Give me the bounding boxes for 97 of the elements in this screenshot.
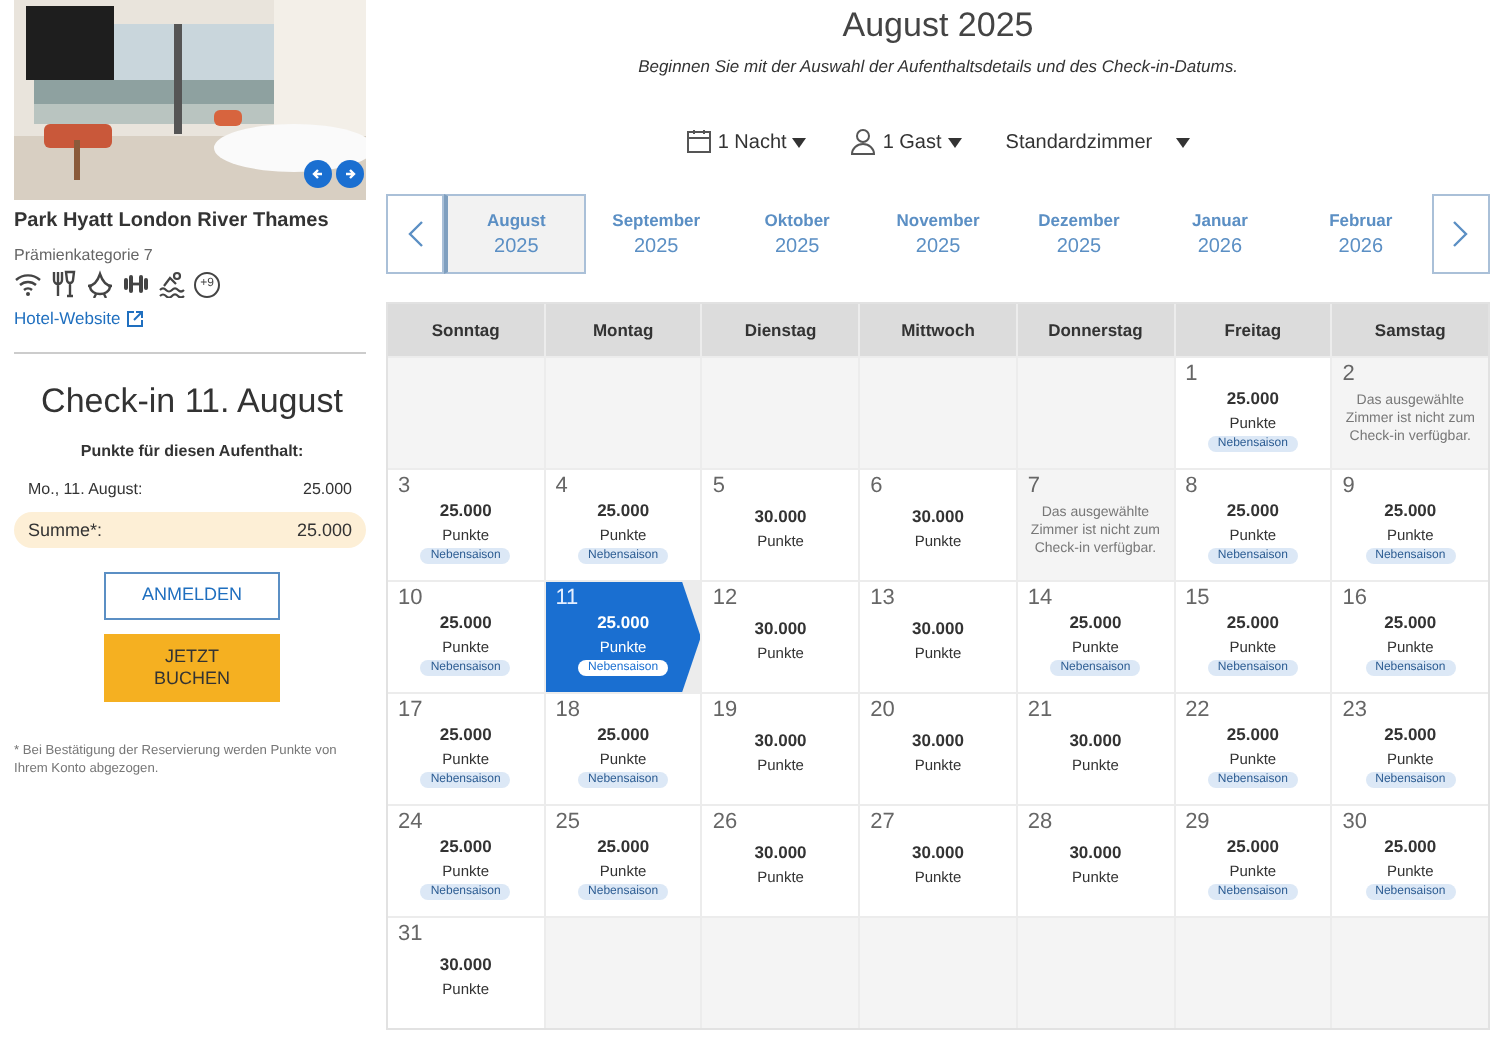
weekday-header: Sonntag — [388, 304, 544, 356]
day-number: 12 — [712, 586, 738, 610]
day-number: 10 — [398, 586, 423, 610]
points-value: 30.000 — [911, 617, 964, 637]
day-number: 4 — [555, 474, 568, 498]
book-now-button[interactable]: JETZT BUCHEN — [104, 634, 280, 702]
weekday-header: Donnerstag — [1017, 304, 1174, 356]
points-value: 25.000 — [439, 835, 492, 855]
day-number: 20 — [870, 698, 895, 722]
hotel-website-link[interactable]: Hotel-Website — [14, 308, 145, 328]
day-number: 17 — [398, 698, 423, 722]
hotel-name: Park Hyatt London River Thames — [14, 210, 331, 232]
points-value: 25.000 — [439, 723, 492, 743]
caret-icon — [1176, 137, 1191, 147]
day-number: 1 — [1185, 362, 1198, 386]
points-value: 25.000 — [1384, 835, 1437, 855]
wifi-icon — [14, 270, 42, 298]
day-number: 13 — [870, 586, 895, 610]
external-link-icon — [126, 309, 145, 327]
day-number: 29 — [1185, 810, 1210, 834]
points-heading: Punkte für diesen Aufenthalt: — [78, 442, 306, 460]
points-value: 25.000 — [1226, 611, 1279, 631]
day-number: 25 — [555, 810, 580, 834]
points-value: 30.000 — [911, 841, 964, 861]
category-label: Prämienkategorie 7 — [14, 246, 155, 264]
points-value: 30.000 — [1069, 841, 1122, 861]
weekday-header: Montag — [545, 304, 701, 356]
instructions-text: Beginnen Sie mit der Auswahl der Aufenthaltsdetails und des Check-in-Datums. — [636, 56, 1240, 76]
points-value: 25.000 — [1384, 611, 1437, 631]
points-value: 25.000 — [1226, 387, 1279, 407]
chevron-left-icon — [407, 220, 424, 248]
day-number: 2 — [1342, 362, 1355, 386]
day-number: 5 — [712, 474, 726, 498]
previous-month-button[interactable] — [386, 194, 445, 274]
weekday-header: Samstag — [1332, 304, 1488, 356]
day-number: 14 — [1027, 586, 1053, 610]
points-value: 30.000 — [754, 617, 807, 637]
sign-in-button[interactable]: ANMELDEN — [104, 572, 280, 620]
points-value: 25.000 — [597, 723, 650, 743]
fork-glass-icon — [50, 270, 78, 298]
points-value: 25.000 — [1384, 499, 1437, 519]
caret-icon — [947, 137, 962, 147]
points-value: 30.000 — [754, 505, 807, 525]
day-number: 30 — [1342, 810, 1368, 834]
day-number: 6 — [870, 474, 883, 498]
day-number: 31 — [398, 922, 423, 946]
points-value: 25.000 — [597, 499, 650, 519]
points-value: 30.000 — [439, 953, 492, 973]
points-value: 25.000 — [597, 835, 650, 855]
points-value: 25.000 — [1384, 723, 1437, 743]
day-number: 3 — [398, 474, 411, 498]
month-title: August 2025 — [840, 6, 1036, 46]
points-value: 30.000 — [1069, 729, 1122, 749]
day-number: 11 — [555, 586, 579, 610]
day-number: 7 — [1027, 474, 1040, 498]
checkin-title: Check-in 11. August — [39, 382, 345, 422]
day-number: 19 — [712, 698, 738, 722]
guests-dropdown[interactable]: 1 Gast — [850, 128, 962, 156]
day-number: 15 — [1185, 586, 1210, 610]
dumbbell-icon — [122, 270, 150, 298]
points-value: 25.000 — [1226, 835, 1279, 855]
day-number: 27 — [870, 810, 895, 834]
total-value: 25.000 — [296, 520, 352, 540]
day-number: 26 — [712, 810, 738, 834]
night-value: 25.000 — [303, 480, 352, 498]
day-number: 28 — [1027, 810, 1053, 834]
points-value: 30.000 — [911, 729, 964, 749]
day-number: 18 — [555, 698, 580, 722]
day-number: 24 — [398, 810, 423, 834]
points-value: 30.000 — [754, 729, 807, 749]
points-value: 25.000 — [1069, 611, 1122, 631]
chevron-right-icon — [1452, 220, 1469, 248]
total-label: Summe*: — [28, 520, 103, 540]
lotus-icon — [86, 270, 114, 298]
points-value: 30.000 — [911, 505, 964, 525]
points-value: 25.000 — [1226, 723, 1279, 743]
calendar-icon — [685, 128, 712, 156]
weekday-header: Freitag — [1175, 304, 1331, 356]
points-value: 25.000 — [597, 611, 650, 631]
day-number: 22 — [1185, 698, 1210, 722]
points-value: 25.000 — [439, 611, 492, 631]
day-number: 16 — [1342, 586, 1368, 610]
day-number: 9 — [1342, 474, 1355, 498]
night-label: Mo., 11. August: — [28, 480, 143, 498]
nights-dropdown[interactable]: 1 Nacht — [685, 128, 807, 156]
points-value: 25.000 — [439, 499, 492, 519]
points-value: 25.000 — [1226, 499, 1279, 519]
day-number: 23 — [1342, 698, 1368, 722]
caret-icon — [792, 137, 807, 147]
day-number: 8 — [1185, 474, 1198, 498]
day-number: 21 — [1027, 698, 1053, 722]
swimmer-icon — [158, 270, 186, 298]
weekday-header: Mittwoch — [860, 304, 1016, 356]
weekday-header: Dienstag — [702, 304, 859, 356]
room-type-dropdown[interactable]: Standardzimmer — [1005, 131, 1191, 153]
points-value: 30.000 — [754, 841, 807, 861]
person-icon — [850, 128, 877, 156]
